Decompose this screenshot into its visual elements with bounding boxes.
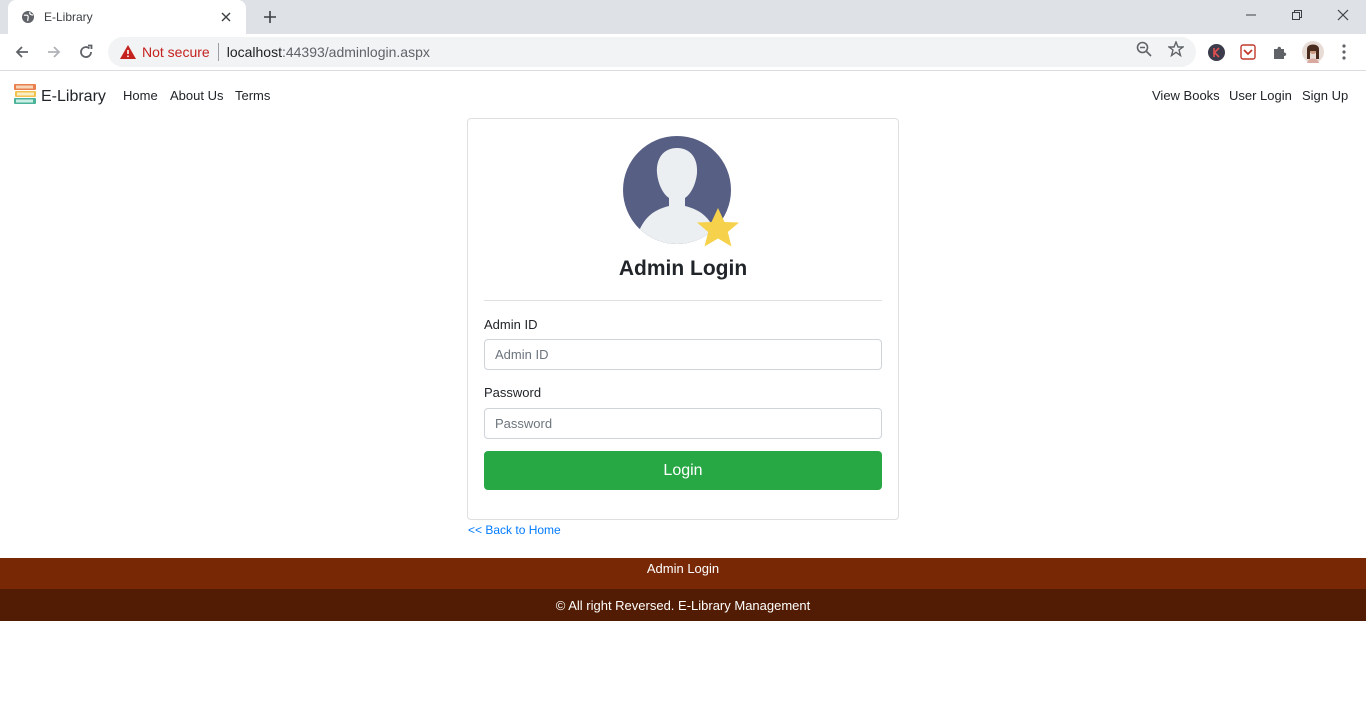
footer-admin-login-link[interactable]: Admin Login bbox=[647, 561, 719, 589]
bookmark-star-icon[interactable] bbox=[1168, 41, 1184, 57]
close-tab-icon[interactable] bbox=[218, 9, 234, 25]
footer-copyright: © All right Reversed. E-Library Manageme… bbox=[555, 597, 811, 613]
back-arrow-icon[interactable] bbox=[8, 38, 36, 66]
reload-icon[interactable] bbox=[72, 38, 100, 66]
footer-top: Admin Login bbox=[0, 558, 1366, 589]
browser-toolbar: Not secure localhost:44393/adminlogin.as… bbox=[0, 34, 1366, 71]
puzzle-extensions-icon[interactable] bbox=[1271, 43, 1289, 61]
books-logo-icon bbox=[13, 82, 37, 111]
admin-id-input[interactable]: Admin ID bbox=[484, 339, 882, 370]
password-input[interactable]: Password bbox=[484, 408, 882, 439]
zoom-icon[interactable] bbox=[1136, 41, 1152, 57]
login-button[interactable]: Login bbox=[484, 451, 882, 490]
warning-icon bbox=[120, 44, 136, 60]
nav-about-link[interactable]: About Us bbox=[170, 88, 223, 103]
url-host: localhost bbox=[226, 44, 282, 60]
admin-avatar-icon bbox=[623, 136, 745, 250]
globe-icon bbox=[20, 9, 36, 25]
tab-title: E-Library bbox=[44, 10, 93, 24]
not-secure-label[interactable]: Not secure bbox=[142, 44, 210, 60]
close-window-icon[interactable] bbox=[1320, 0, 1366, 30]
extension-k-icon[interactable] bbox=[1207, 43, 1225, 61]
restore-icon[interactable] bbox=[1274, 0, 1320, 30]
minimize-icon[interactable] bbox=[1228, 0, 1274, 30]
brand-name: E-Library bbox=[41, 87, 106, 105]
password-label: Password bbox=[484, 385, 542, 400]
nav-home-link[interactable]: Home bbox=[123, 88, 158, 103]
nav-user-login-link[interactable]: User Login bbox=[1229, 88, 1292, 103]
brand-link[interactable]: E-Library bbox=[13, 82, 106, 111]
page-title: Admin Login bbox=[618, 257, 748, 280]
profile-avatar[interactable] bbox=[1302, 41, 1324, 63]
nav-view-books-link[interactable]: View Books bbox=[1152, 88, 1220, 103]
divider bbox=[484, 300, 882, 301]
url-path: :44393/adminlogin.aspx bbox=[281, 44, 430, 60]
new-tab-button[interactable] bbox=[258, 6, 282, 28]
forward-arrow-icon[interactable] bbox=[40, 38, 68, 66]
nav-sign-up-link[interactable]: Sign Up bbox=[1302, 88, 1348, 103]
admin-id-label: Admin ID bbox=[484, 317, 538, 332]
back-to-home-link[interactable]: << Back to Home bbox=[468, 523, 561, 537]
browser-tab[interactable]: E-Library bbox=[8, 0, 246, 34]
menu-kebab-icon[interactable] bbox=[1335, 43, 1353, 61]
site-navbar: E-Library Home About Us Terms View Books… bbox=[0, 71, 1366, 119]
nav-terms-link[interactable]: Terms bbox=[235, 88, 270, 103]
address-bar[interactable]: Not secure localhost:44393/adminlogin.as… bbox=[108, 37, 1196, 67]
pocket-extension-icon[interactable] bbox=[1239, 43, 1257, 61]
admin-login-card: Admin Login Admin ID Admin ID Password P… bbox=[467, 118, 899, 520]
footer-bottom: © All right Reversed. E-Library Manageme… bbox=[0, 589, 1366, 621]
browser-tab-bar: E-Library bbox=[0, 0, 1366, 34]
omnibox-separator bbox=[217, 43, 219, 61]
